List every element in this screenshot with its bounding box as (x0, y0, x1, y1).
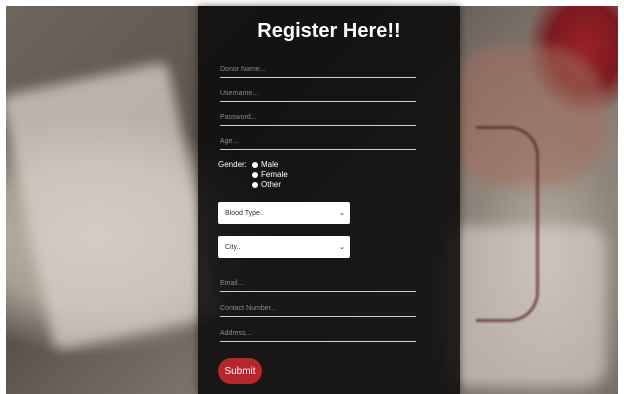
bg-paper (6, 61, 222, 351)
radio-icon (252, 171, 258, 178)
gender-option-label: Other (261, 180, 282, 189)
contact-placeholder: Contact Number... (220, 305, 277, 312)
donor-name-placeholder: Donor Name... (220, 66, 266, 73)
gender-label: Gender: (218, 160, 247, 169)
chevron-down-icon: ⌄ (339, 244, 345, 251)
age-placeholder: Age... (220, 138, 239, 145)
password-placeholder: Password... (220, 114, 257, 121)
gender-option-label: Male (261, 160, 279, 169)
blood-type-value: Blood Type.. (225, 209, 264, 217)
bg-blood-tube (476, 126, 539, 322)
address-input[interactable]: Address... (220, 322, 416, 342)
password-input[interactable]: Password... (220, 106, 416, 126)
submit-button[interactable]: Submit (218, 358, 262, 384)
gender-option-other[interactable]: Other (252, 180, 281, 189)
gender-option-female[interactable]: Female (252, 170, 288, 179)
email-placeholder: Email... (220, 280, 244, 287)
username-placeholder: Username... (220, 90, 259, 97)
gender-option-male[interactable]: Male (252, 160, 278, 169)
donor-name-input[interactable]: Donor Name... (220, 58, 416, 78)
blood-type-select[interactable]: Blood Type.. ⌄ (218, 202, 350, 224)
email-input[interactable]: Email... (220, 272, 416, 292)
contact-number-input[interactable]: Contact Number... (220, 297, 416, 317)
address-placeholder: Address... (220, 330, 252, 337)
city-value: City.. (225, 243, 241, 251)
radio-icon (252, 181, 258, 188)
form-title: Register Here!! (257, 20, 401, 42)
city-select[interactable]: City.. ⌄ (218, 236, 350, 258)
registration-form: Register Here!! Donor Name... Username..… (198, 6, 460, 394)
chevron-down-icon: ⌄ (339, 210, 345, 217)
radio-icon (252, 161, 258, 168)
username-input[interactable]: Username... (220, 82, 416, 102)
age-input[interactable]: Age... (220, 130, 416, 150)
gender-option-label: Female (261, 170, 288, 179)
